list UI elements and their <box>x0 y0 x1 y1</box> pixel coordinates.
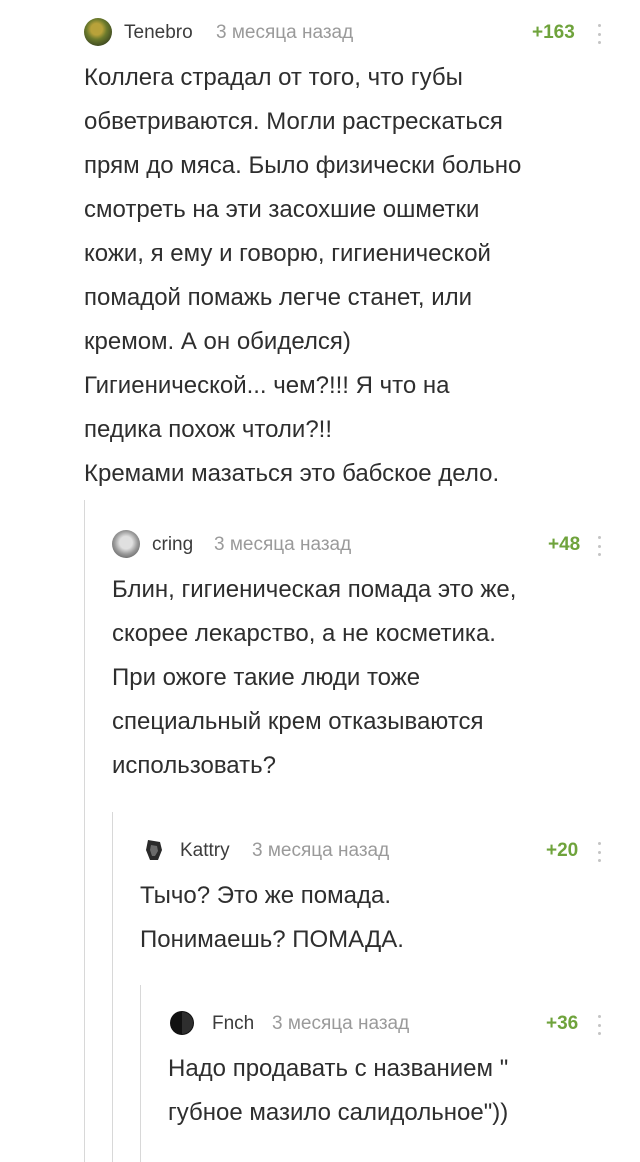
timestamp: 3 месяца назад <box>216 22 354 43</box>
comment-line: скорее лекарство, а не косметика. <box>112 620 496 647</box>
timestamp: 3 месяца назад <box>252 840 390 861</box>
comment-text: Надо продавать с названием " губное мази… <box>168 1047 624 1135</box>
comment-line: обветриваются. Могли растрескаться <box>84 108 503 135</box>
comment: Tenebro 3 месяца назад +163 Коллега стра… <box>84 14 624 496</box>
avatar[interactable] <box>84 18 112 46</box>
rating: +163 <box>532 22 575 43</box>
comment-line: губное мазило салидольное")) <box>168 1099 509 1126</box>
comment: Kattry 3 месяца назад +20 Тычо? Это же п… <box>140 832 624 962</box>
timestamp: 3 месяца назад <box>214 534 352 555</box>
rating: +48 <box>548 534 581 555</box>
comment-header: Kattry 3 месяца назад +20 <box>140 832 624 868</box>
comment-text: Коллега страдал от того, что губы обветр… <box>84 56 624 496</box>
more-options-icon[interactable] <box>596 536 602 556</box>
comment-line: специальный крем отказываются <box>112 708 484 735</box>
comment-line: Гигиенической... чем?!!! Я что на <box>84 372 450 399</box>
username[interactable]: Tenebro <box>124 22 193 44</box>
comment-line: Коллега страдал от того, что губы <box>84 64 463 91</box>
comment-line: помадой помажь легче станет, или <box>84 284 473 311</box>
avatar-image <box>170 1011 194 1035</box>
more-options-icon[interactable] <box>596 24 602 44</box>
timestamp: 3 месяца назад <box>272 1013 410 1034</box>
comment-line: Тычо? Это же помада. <box>140 882 391 909</box>
comment-header: Tenebro 3 месяца назад +163 <box>84 14 624 50</box>
avatar[interactable] <box>140 836 168 864</box>
thread-line[interactable] <box>84 500 85 1162</box>
comment-line: Кремами мазаться это бабское дело. <box>84 460 500 487</box>
more-options-icon[interactable] <box>596 842 602 862</box>
comment-text: Блин, гигиеническая помада это же, скоре… <box>112 568 624 788</box>
comment-line: использовать? <box>112 752 276 779</box>
comment-line: кожи, я ему и говорю, гигиенической <box>84 240 491 267</box>
rating: +20 <box>546 840 579 861</box>
username[interactable]: Fnch <box>212 1013 254 1035</box>
rating: +36 <box>546 1013 579 1034</box>
comment-line: педика похож чтоли?!! <box>84 416 333 443</box>
comment-text: Тычо? Это же помада. Понимаешь? ПОМАДА. <box>140 874 624 962</box>
avatar-image <box>146 840 162 860</box>
comment: cring 3 месяца назад +48 Блин, гигиениче… <box>112 526 624 788</box>
thread-line[interactable] <box>112 812 113 1162</box>
comment-line: Блин, гигиеническая помада это же, <box>112 576 517 603</box>
username[interactable]: Kattry <box>180 840 230 862</box>
avatar[interactable] <box>112 530 140 558</box>
comment-line: смотреть на эти засохшие ошметки <box>84 196 480 223</box>
comment-line: прям до мяса. Было физически больно <box>84 152 522 179</box>
comment: Fnch 3 месяца назад +36 Надо продавать с… <box>168 1005 624 1135</box>
avatar[interactable] <box>168 1009 196 1037</box>
comment-line: кремом. А он обиделся) <box>84 328 351 355</box>
username[interactable]: cring <box>152 534 193 556</box>
more-options-icon[interactable] <box>596 1015 602 1035</box>
comment-header: cring 3 месяца назад +48 <box>112 526 624 562</box>
comment-header: Fnch 3 месяца назад +36 <box>168 1005 624 1041</box>
thread-line[interactable] <box>140 985 141 1162</box>
comment-line: Понимаешь? ПОМАДА. <box>140 926 404 953</box>
comment-line: При ожоге такие люди тоже <box>112 664 421 691</box>
comment-line: Надо продавать с названием " <box>168 1055 509 1082</box>
